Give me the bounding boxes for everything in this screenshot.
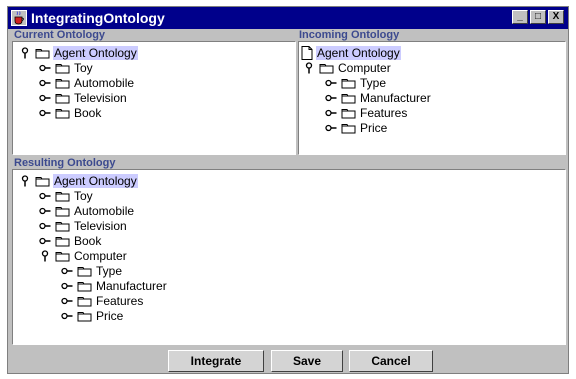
collapsed-handle-icon[interactable] [325,77,337,89]
maximize-button[interactable]: □ [530,10,546,24]
folder-icon [55,220,70,232]
integrating-ontology-window: IntegratingOntology _ □ X Current Ontolo… [7,6,569,374]
close-button[interactable]: X [548,10,564,24]
tree-node-computer[interactable]: Computer [39,248,128,263]
tree-node-label: Agent Ontology [53,45,138,60]
tree-node-label: Agent Ontology [316,45,401,60]
tree-node-label: Book [74,105,102,120]
tree-node-label: Automobile [74,75,135,90]
tree-node-root[interactable]: Agent Ontology [19,173,138,188]
collapsed-handle-icon[interactable] [325,107,337,119]
current-ontology-tree[interactable]: Agent Ontology Toy Automobile Television… [12,41,296,155]
collapsed-handle-icon[interactable] [39,220,51,232]
tree-node-book[interactable]: Book [39,233,102,248]
folder-icon [35,175,50,187]
folder-icon [55,250,70,262]
tree-node-label: Computer [338,60,391,75]
collapsed-handle-icon[interactable] [325,122,337,134]
folder-icon [319,62,334,74]
tree-node-label: Price [360,120,388,135]
resulting-ontology-label: Resulting Ontology [14,157,116,169]
collapsed-handle-icon[interactable] [39,190,51,202]
tree-node-label: Agent Ontology [53,173,138,188]
tree-node-label: Television [74,218,127,233]
collapsed-handle-icon[interactable] [61,295,73,307]
expanded-handle-icon[interactable] [19,47,31,59]
tree-node-label: Computer [74,248,127,263]
tree-node-label: Toy [74,188,93,203]
incoming-ontology-tree[interactable]: Agent Ontology Computer Type Manufacture… [298,41,566,155]
collapsed-handle-icon[interactable] [61,265,73,277]
collapsed-handle-icon[interactable] [39,205,51,217]
tree-node-label: Toy [74,60,93,75]
tree-node-root[interactable]: Agent Ontology [19,45,138,60]
tree-node-label: Type [360,75,387,90]
tree-node-root[interactable]: Agent Ontology [301,45,401,60]
expanded-handle-icon[interactable] [19,175,31,187]
collapsed-handle-icon[interactable] [39,235,51,247]
tree-node-toy[interactable]: Toy [39,188,94,203]
expanded-handle-icon[interactable] [39,250,51,262]
collapsed-handle-icon[interactable] [39,62,51,74]
folder-icon [341,107,356,119]
resulting-ontology-tree[interactable]: Agent Ontology Toy Automobile Television… [12,169,566,345]
collapsed-handle-icon[interactable] [39,107,51,119]
tree-node-manufacturer[interactable]: Manufacturer [325,90,432,105]
tree-node-label: Features [360,105,408,120]
tree-node-label: Manufacturer [360,90,431,105]
tree-node-label: Type [96,263,123,278]
tree-node-computer[interactable]: Computer [303,60,392,75]
integrate-button[interactable]: Integrate [168,350,264,372]
tree-node-type[interactable]: Type [61,263,123,278]
tree-node-label: Price [96,308,124,323]
folder-icon [77,310,92,322]
incoming-ontology-label: Incoming Ontology [299,29,400,41]
window-title: IntegratingOntology [31,10,165,26]
folder-icon [35,47,50,59]
java-cup-icon [11,10,27,26]
folder-icon [341,77,356,89]
tree-node-label: Features [96,293,144,308]
collapsed-handle-icon[interactable] [325,92,337,104]
folder-icon [55,107,70,119]
tree-node-label: Television [74,90,127,105]
tree-node-automobile[interactable]: Automobile [39,75,135,90]
folder-icon [341,92,356,104]
tree-node-type[interactable]: Type [325,75,387,90]
tree-node-television[interactable]: Television [39,218,128,233]
tree-node-label: Automobile [74,203,135,218]
collapsed-handle-icon[interactable] [61,310,73,322]
document-icon [301,46,313,60]
save-button[interactable]: Save [271,350,343,372]
current-ontology-label: Current Ontology [14,29,106,41]
folder-icon [55,205,70,217]
folder-icon [341,122,356,134]
folder-icon [77,280,92,292]
tree-node-features[interactable]: Features [325,105,408,120]
folder-icon [55,62,70,74]
title-bar[interactable]: IntegratingOntology _ □ X [8,7,568,29]
folder-icon [55,190,70,202]
expanded-handle-icon[interactable] [303,62,315,74]
folder-icon [55,92,70,104]
tree-node-television[interactable]: Television [39,90,128,105]
folder-icon [55,77,70,89]
tree-node-label: Book [74,233,102,248]
tree-node-price[interactable]: Price [325,120,388,135]
collapsed-handle-icon[interactable] [61,280,73,292]
collapsed-handle-icon[interactable] [39,77,51,89]
tree-node-manufacturer[interactable]: Manufacturer [61,278,168,293]
folder-icon [77,265,92,277]
tree-node-book[interactable]: Book [39,105,102,120]
cancel-button[interactable]: Cancel [349,350,433,372]
folder-icon [55,235,70,247]
tree-node-label: Manufacturer [96,278,167,293]
minimize-button[interactable]: _ [512,10,528,24]
collapsed-handle-icon[interactable] [39,92,51,104]
tree-node-automobile[interactable]: Automobile [39,203,135,218]
tree-node-toy[interactable]: Toy [39,60,94,75]
tree-node-features[interactable]: Features [61,293,144,308]
folder-icon [77,295,92,307]
tree-node-price[interactable]: Price [61,308,124,323]
